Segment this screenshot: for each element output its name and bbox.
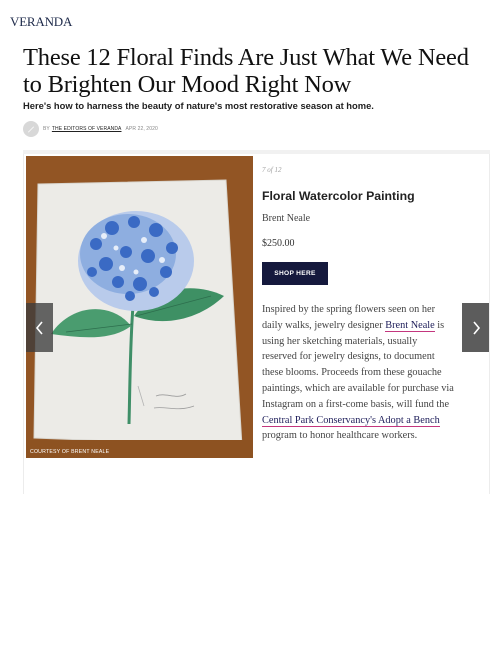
article-dek: Here's how to harness the beauty of natu… — [23, 100, 374, 111]
product-title: Floral Watercolor Painting — [262, 189, 415, 203]
site-logo[interactable]: VERANDA — [10, 14, 72, 30]
chevron-left-icon — [35, 320, 43, 335]
article-headline: These 12 Floral Finds Are Just What We N… — [23, 44, 469, 98]
brent-neale-link[interactable]: Brent Neale — [385, 319, 435, 332]
author-link[interactable]: THE EDITORS OF VERANDA — [52, 126, 122, 132]
chevron-right-icon — [472, 320, 480, 335]
description-text: is using her sketching materials, usuall… — [262, 319, 454, 410]
pen-icon — [28, 126, 34, 133]
author-avatar[interactable] — [23, 121, 39, 137]
publish-date: APR 22, 2020 — [125, 126, 158, 132]
slide-counter: 7 of 12 — [262, 166, 282, 174]
slide-image: COURTESY OF BRENT NEALE — [26, 156, 253, 458]
description-text: program to honor healthcare workers. — [262, 430, 418, 442]
conservancy-link[interactable]: Central Park Conservancy's Adopt a Bench — [262, 414, 440, 427]
image-credit: COURTESY OF BRENT NEALE — [30, 449, 110, 455]
hydrangea-painting — [26, 156, 253, 458]
prev-slide-button[interactable] — [26, 303, 53, 352]
next-slide-button[interactable] — [462, 303, 489, 352]
product-brand: Brent Neale — [262, 213, 311, 224]
byline-prefix: BY — [43, 126, 50, 132]
product-price: $250.00 — [262, 238, 295, 249]
byline: BY THE EDITORS OF VERANDA APR 22, 2020 — [23, 120, 158, 138]
product-description: Inspired by the spring flowers seen on h… — [262, 302, 454, 444]
shop-here-button[interactable]: SHOP HERE — [262, 262, 328, 285]
